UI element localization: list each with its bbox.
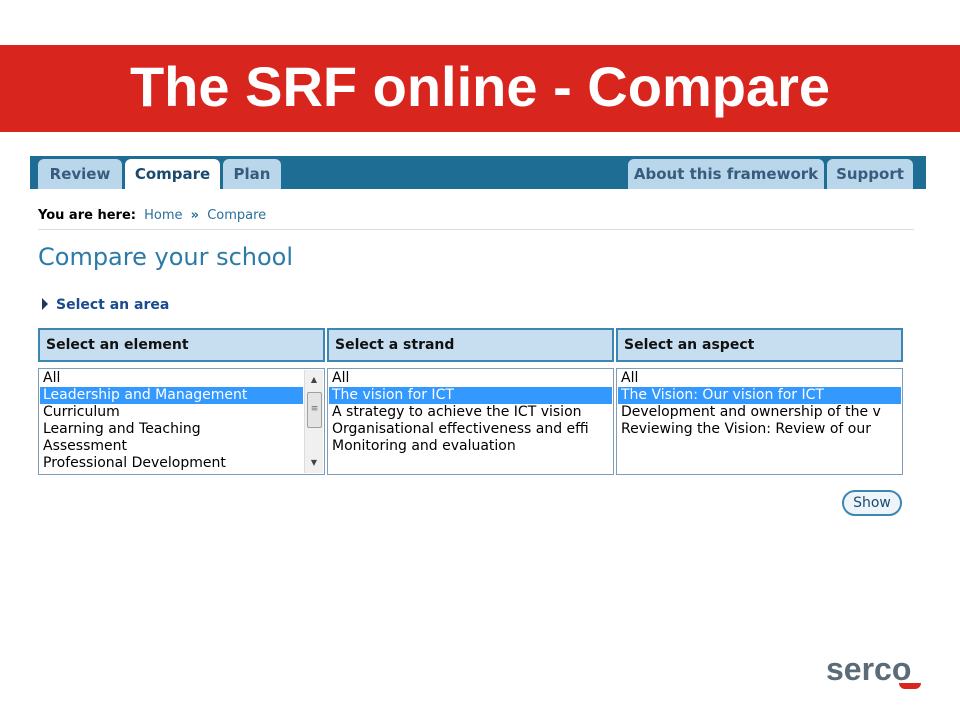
show-button[interactable]: Show [842,490,902,516]
list-item[interactable]: All [40,370,303,387]
scrollbar-thumb[interactable]: ≡ [307,392,322,428]
element-column-header: Select an element [38,328,325,362]
list-item-selected[interactable]: The vision for ICT [329,387,612,404]
list-item[interactable]: Assessment [40,438,303,455]
scroll-down-icon[interactable]: ▼ [305,455,323,471]
tab-compare[interactable]: Compare [125,159,220,189]
strand-column-header: Select a strand [327,328,614,362]
tab-plan[interactable]: Plan [223,159,281,189]
select-area-toggle[interactable]: Select an area [42,295,169,315]
serco-logo: serco [826,650,926,690]
nav-bar: Review Compare Plan About this framework… [30,156,926,189]
list-item[interactable]: Learning and Teaching [40,421,303,438]
tab-support[interactable]: Support [827,159,913,189]
list-item[interactable]: Reviewing the Vision: Review of our [618,421,901,438]
tab-about-framework[interactable]: About this framework [628,159,824,189]
list-item[interactable]: Curriculum [40,404,303,421]
list-item[interactable]: Development and ownership of the v [618,404,901,421]
breadcrumb-separator: » [190,208,200,223]
scroll-up-icon[interactable]: ▲ [305,372,323,388]
list-item[interactable]: Professional Development [40,455,303,472]
list-item[interactable]: All [618,370,901,387]
element-listbox[interactable]: All Leadership and Management Curriculum… [38,368,325,475]
aspect-column-header: Select an aspect [616,328,903,362]
select-area-label: Select an area [56,297,170,313]
logo-swoosh [899,683,921,689]
tab-review[interactable]: Review [38,159,122,189]
element-scrollbar[interactable]: ▲ ≡ ▼ [304,370,323,473]
strand-listbox[interactable]: All The vision for ICT A strategy to ach… [327,368,614,475]
page-title: Compare your school [38,243,294,271]
list-item[interactable]: Organisational effectiveness and effi [329,421,612,438]
list-item[interactable]: Monitoring and evaluation [329,438,612,455]
title-banner: The SRF online - Compare [0,45,960,132]
list-item-selected[interactable]: The Vision: Our vision for ICT [618,387,901,404]
slide-title: The SRF online - Compare [129,55,831,118]
breadcrumb-divider [38,229,914,230]
breadcrumb: You are here: Home » Compare [38,207,266,225]
aspect-listbox[interactable]: All The Vision: Our vision for ICT Devel… [616,368,903,475]
breadcrumb-current[interactable]: Compare [207,208,266,223]
breadcrumb-home-link[interactable]: Home [144,208,182,223]
breadcrumb-prefix: You are here: [38,208,136,223]
list-item[interactable]: A strategy to achieve the ICT vision [329,404,612,421]
list-item[interactable]: All [329,370,612,387]
list-item-selected[interactable]: Leadership and Management [40,387,303,404]
triangle-right-icon [42,298,48,310]
